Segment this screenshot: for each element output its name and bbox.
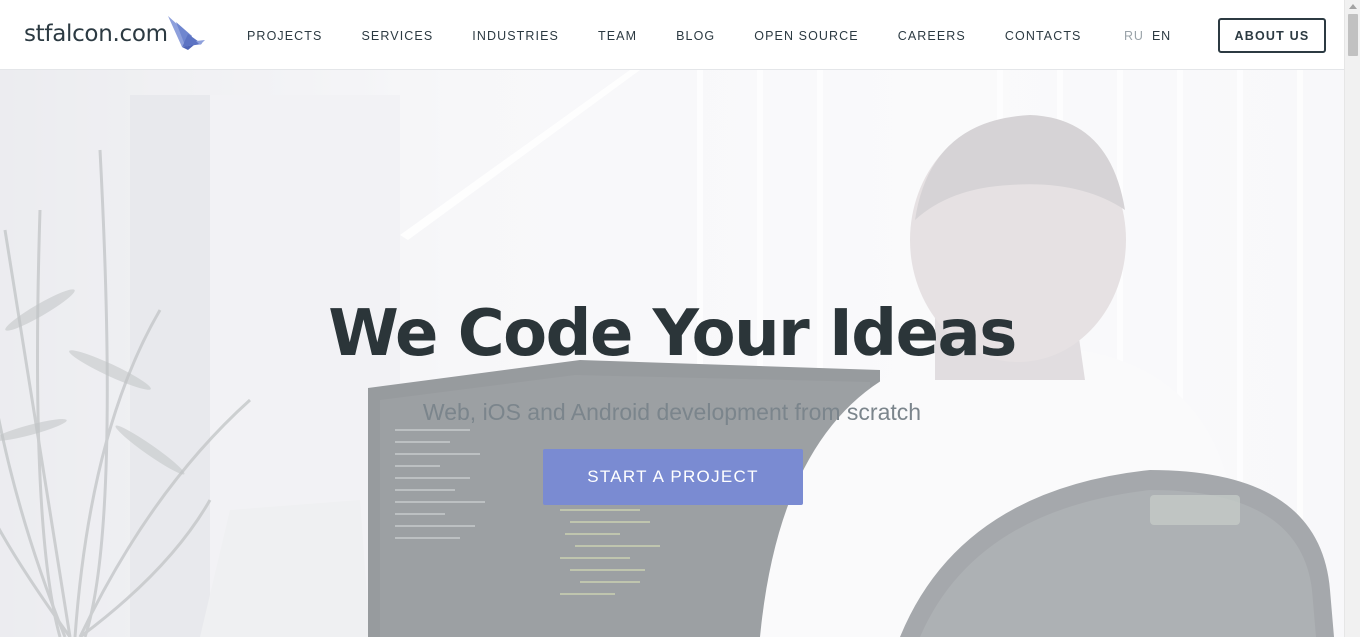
site-header: stfalcon.com PROJECTS SERVICES INDUSTRIE… bbox=[0, 0, 1344, 70]
nav-careers[interactable]: CAREERS bbox=[898, 29, 966, 44]
nav-blog[interactable]: BLOG bbox=[676, 29, 715, 44]
lang-en-link[interactable]: EN bbox=[1152, 29, 1171, 44]
page-scrollbar[interactable] bbox=[1344, 0, 1360, 637]
hero-title: We Code Your Ideas bbox=[328, 297, 1017, 371]
hero-section: We Code Your Ideas Web, iOS and Android … bbox=[0, 70, 1344, 637]
scroll-up-arrow-icon[interactable] bbox=[1349, 4, 1357, 9]
hero-subtitle: Web, iOS and Android development from sc… bbox=[422, 399, 922, 425]
nav-contacts[interactable]: CONTACTS bbox=[1005, 29, 1082, 44]
start-project-button[interactable]: START A PROJECT bbox=[543, 449, 803, 505]
nav-open-source[interactable]: OPEN SOURCE bbox=[754, 29, 858, 44]
lang-ru-link[interactable]: RU bbox=[1124, 29, 1144, 44]
falcon-bird-icon bbox=[167, 16, 205, 50]
nav-services[interactable]: SERVICES bbox=[361, 29, 433, 44]
nav-team[interactable]: TEAM bbox=[598, 29, 637, 44]
site-logo[interactable]: stfalcon.com bbox=[24, 14, 206, 54]
logo-text: stfalcon.com bbox=[24, 21, 168, 47]
about-us-button[interactable]: ABOUT US bbox=[1218, 18, 1326, 53]
nav-projects[interactable]: PROJECTS bbox=[247, 29, 322, 44]
main-nav: PROJECTS SERVICES INDUSTRIES TEAM BLOG O… bbox=[247, 29, 1121, 44]
scroll-thumb[interactable] bbox=[1348, 14, 1358, 56]
hero-content: We Code Your Ideas Web, iOS and Android … bbox=[0, 70, 1344, 637]
nav-industries[interactable]: INDUSTRIES bbox=[472, 29, 559, 44]
